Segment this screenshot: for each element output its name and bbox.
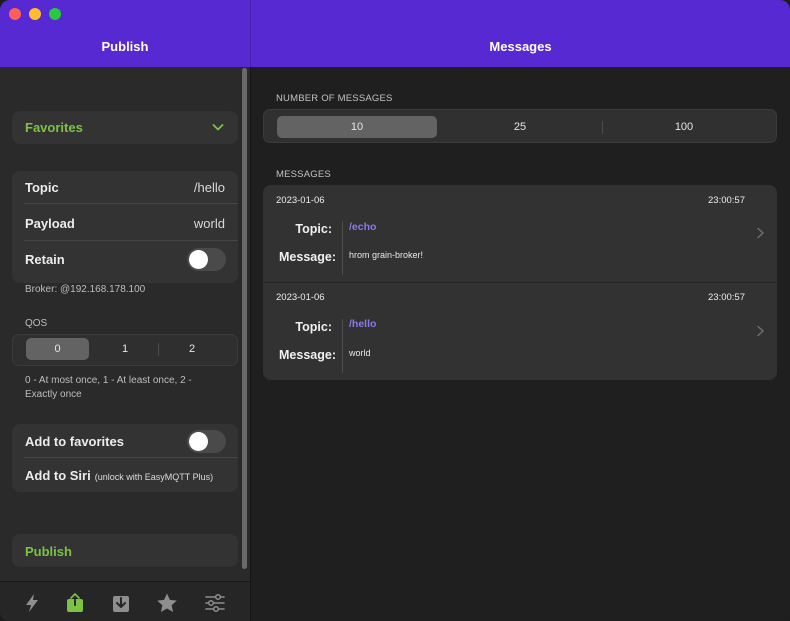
add-to-siri-label: Add to Siri <box>25 468 91 483</box>
row-divider <box>24 457 238 458</box>
qos-option-1[interactable]: 1 <box>93 338 157 360</box>
message-payload: world <box>349 348 371 358</box>
topic-key: Topic: <box>295 320 332 334</box>
topic-label: Topic <box>25 180 59 195</box>
message-count-control: 10 25 100 <box>263 109 777 143</box>
bolt-icon[interactable] <box>21 592 43 614</box>
zoom-window-button[interactable] <box>49 8 61 20</box>
message-count-label: NUMBER OF MESSAGES <box>276 93 393 104</box>
message-row[interactable]: 2023-01-06 23:00:57 Topic: Message: /ech… <box>263 185 777 282</box>
publish-button[interactable]: Publish <box>12 534 238 567</box>
favorites-label: Favorites <box>25 120 83 135</box>
retain-label: Retain <box>25 252 65 267</box>
star-icon[interactable] <box>156 592 178 614</box>
count-option-25[interactable]: 25 <box>439 116 601 138</box>
qos-help-line1: 0 - At most once, 1 - At least once, 2 - <box>25 375 192 386</box>
header-divider <box>250 0 251 67</box>
toggle-knob <box>189 432 208 451</box>
topic-key: Topic: <box>295 222 332 236</box>
message-divider <box>342 319 343 373</box>
message-time: 23:00:57 <box>708 195 745 206</box>
broker-info: Broker: @192.168.178.100 <box>25 284 146 295</box>
messages-section-label: MESSAGES <box>276 169 331 180</box>
add-to-siri-row[interactable]: Add to Siri (unlock with EasyMQTT Plus) <box>25 468 213 483</box>
row-divider <box>24 240 238 241</box>
toggle-knob <box>189 250 208 269</box>
sliders-icon[interactable] <box>204 592 226 614</box>
message-topic: /hello <box>349 318 377 330</box>
qos-segmented-control: 0 1 2 <box>12 334 238 366</box>
share-icon[interactable] <box>64 592 86 614</box>
chevron-down-icon <box>212 124 224 131</box>
payload-field[interactable]: world <box>194 216 225 231</box>
qos-section-label: QOS <box>25 318 48 329</box>
segment-divider <box>158 343 159 356</box>
messages-pane-title: Messages <box>489 39 552 54</box>
count-option-10[interactable]: 10 <box>277 116 437 138</box>
download-icon[interactable] <box>110 592 132 614</box>
message-date: 2023-01-06 <box>276 292 325 303</box>
count-option-100[interactable]: 100 <box>603 116 765 138</box>
message-topic: /echo <box>349 221 377 233</box>
minimize-window-button[interactable] <box>29 8 41 20</box>
chevron-right-icon <box>757 325 764 337</box>
message-date: 2023-01-06 <box>276 195 325 206</box>
topic-field[interactable]: /hello <box>194 180 225 195</box>
message-key: Message: <box>279 348 336 362</box>
publish-form: Topic /hello Payload world Retain <box>12 171 238 283</box>
message-key: Message: <box>279 250 336 264</box>
favorites-siri-card: Add to favorites Add to Siri (unlock with… <box>12 424 238 492</box>
qos-option-2[interactable]: 2 <box>160 338 224 360</box>
add-to-favorites-label: Add to favorites <box>25 434 124 449</box>
app-window: Publish Messages Favorites Topic /hello … <box>0 0 790 621</box>
message-time: 23:00:57 <box>708 292 745 303</box>
message-payload: hrom grain-broker! <box>349 250 424 260</box>
publish-scrollbar[interactable] <box>242 68 247 569</box>
qos-help-line2: Exactly once <box>25 389 82 400</box>
title-bar: Publish Messages <box>0 0 790 67</box>
payload-label: Payload <box>25 216 75 231</box>
message-divider <box>342 221 343 275</box>
add-to-favorites-toggle[interactable] <box>187 430 226 453</box>
publish-pane-title: Publish <box>101 39 149 54</box>
message-row[interactable]: 2023-01-06 23:00:57 Topic: Message: /hel… <box>263 283 777 380</box>
retain-toggle[interactable] <box>187 248 226 271</box>
close-window-button[interactable] <box>9 8 21 20</box>
row-divider <box>24 203 238 204</box>
chevron-right-icon <box>757 227 764 239</box>
siri-unlock-note: (unlock with EasyMQTT Plus) <box>94 472 214 482</box>
favorites-dropdown[interactable]: Favorites <box>12 111 238 144</box>
tab-bar <box>0 581 250 621</box>
qos-option-0[interactable]: 0 <box>26 338 89 360</box>
publish-button-label: Publish <box>25 544 72 559</box>
